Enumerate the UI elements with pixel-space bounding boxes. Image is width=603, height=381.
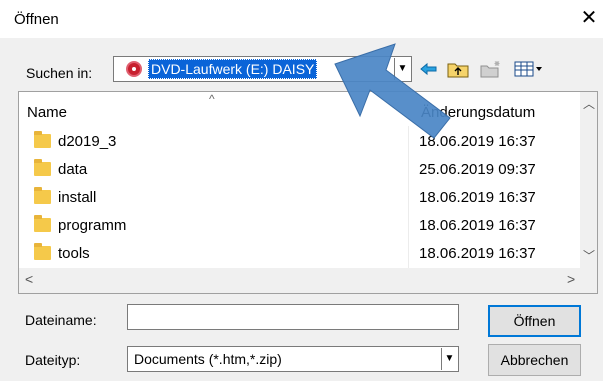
filetype-dropdown[interactable]: Documents (*.htm,*.zip) ▼	[127, 346, 459, 372]
list-item[interactable]: install 18.06.2019 16:37	[19, 184, 579, 212]
filetype-label: Dateityp:	[25, 352, 81, 368]
scroll-down-icon[interactable]: ﹀	[583, 247, 595, 264]
dvd-disc-icon	[126, 61, 142, 77]
look-in-dropdown[interactable]: DVD-Laufwerk (E:) DAISY ▼	[113, 56, 412, 82]
folder-icon	[34, 243, 51, 260]
column-header-name[interactable]: Name	[27, 104, 67, 121]
list-item-name: tools	[58, 245, 90, 262]
folder-icon	[34, 187, 51, 204]
title-bar	[0, 0, 603, 38]
list-item-name: programm	[58, 217, 127, 234]
horizontal-scrollbar[interactable]: < >	[19, 268, 597, 293]
new-folder-icon[interactable]	[478, 57, 504, 81]
back-arrow-icon[interactable]	[418, 57, 440, 81]
filetype-value: Documents (*.htm,*.zip)	[134, 351, 282, 367]
open-button[interactable]: Öffnen	[488, 305, 581, 337]
folder-icon	[34, 215, 51, 232]
list-item[interactable]: tools 18.06.2019 16:37	[19, 240, 579, 268]
folder-icon	[34, 131, 51, 148]
window-title: Öffnen	[14, 11, 59, 28]
scroll-left-icon[interactable]: <	[25, 271, 33, 287]
list-item-name: install	[58, 189, 97, 206]
filename-label: Dateiname:	[25, 312, 97, 328]
list-item-date: 18.06.2019 16:37	[419, 189, 536, 206]
column-header-date[interactable]: Änderungsdatum	[421, 104, 535, 121]
list-item-date: 18.06.2019 16:37	[419, 245, 536, 262]
list-item-name: data	[58, 161, 88, 178]
list-item[interactable]: d2019_3 18.06.2019 16:37	[19, 128, 579, 156]
view-menu-icon[interactable]	[511, 57, 547, 81]
list-item-date: 18.06.2019 16:37	[419, 217, 536, 234]
sort-caret-icon: ^	[209, 92, 215, 106]
file-list[interactable]: ^ Name Änderungsdatum d2019_3 18.06.2019…	[18, 91, 598, 294]
scroll-up-icon[interactable]: ︿	[583, 95, 595, 112]
look-in-value: DVD-Laufwerk (E:) DAISY	[148, 59, 318, 79]
filename-input[interactable]	[127, 304, 459, 330]
scroll-right-icon[interactable]: >	[567, 271, 575, 287]
look-in-label: Suchen in:	[26, 65, 93, 81]
dropdown-arrow-icon[interactable]: ▼	[441, 348, 457, 370]
cancel-button[interactable]: Abbrechen	[488, 344, 581, 376]
list-item-name: d2019_3	[58, 133, 117, 150]
close-button[interactable]: ✕	[578, 5, 600, 31]
dropdown-arrow-icon[interactable]: ▼	[394, 58, 410, 80]
vertical-scrollbar[interactable]: ︿ ﹀	[580, 92, 597, 268]
folder-icon	[34, 159, 51, 176]
list-item-date: 25.06.2019 09:37	[419, 161, 536, 178]
list-item-date: 18.06.2019 16:37	[419, 133, 536, 150]
list-item[interactable]: programm 18.06.2019 16:37	[19, 212, 579, 240]
list-item[interactable]: data 25.06.2019 09:37	[19, 156, 579, 184]
up-folder-icon[interactable]	[445, 57, 471, 81]
